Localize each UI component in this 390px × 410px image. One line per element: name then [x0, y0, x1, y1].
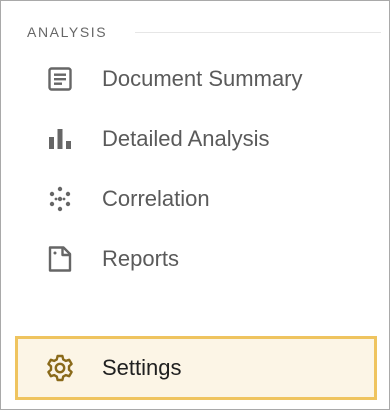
- scatter-dots-icon: [45, 184, 75, 214]
- section-header: ANALYSIS: [27, 21, 381, 43]
- nav-item-label: Reports: [102, 246, 180, 271]
- gear-icon: [45, 353, 75, 383]
- nav-item-correlation[interactable]: Correlation: [15, 171, 375, 227]
- nav-item-label: Document Summary: [102, 66, 303, 91]
- nav-item-document-summary[interactable]: Document Summary: [15, 51, 375, 107]
- section-title: ANALYSIS: [27, 24, 108, 40]
- report-page-icon: [45, 244, 75, 274]
- nav-item-label: Settings: [102, 355, 182, 380]
- nav-item-detailed-analysis[interactable]: Detailed Analysis: [15, 111, 375, 167]
- document-icon: [45, 64, 75, 94]
- nav-item-reports[interactable]: Reports: [15, 231, 375, 287]
- section-divider: [135, 31, 381, 33]
- bar-chart-icon: [45, 124, 75, 154]
- analysis-sidebar: ANALYSIS Document Summary Detailed Analy…: [0, 0, 390, 410]
- nav-item-label: Correlation: [102, 186, 210, 211]
- nav-item-label: Detailed Analysis: [102, 126, 270, 151]
- nav-item-settings[interactable]: Settings: [15, 336, 377, 400]
